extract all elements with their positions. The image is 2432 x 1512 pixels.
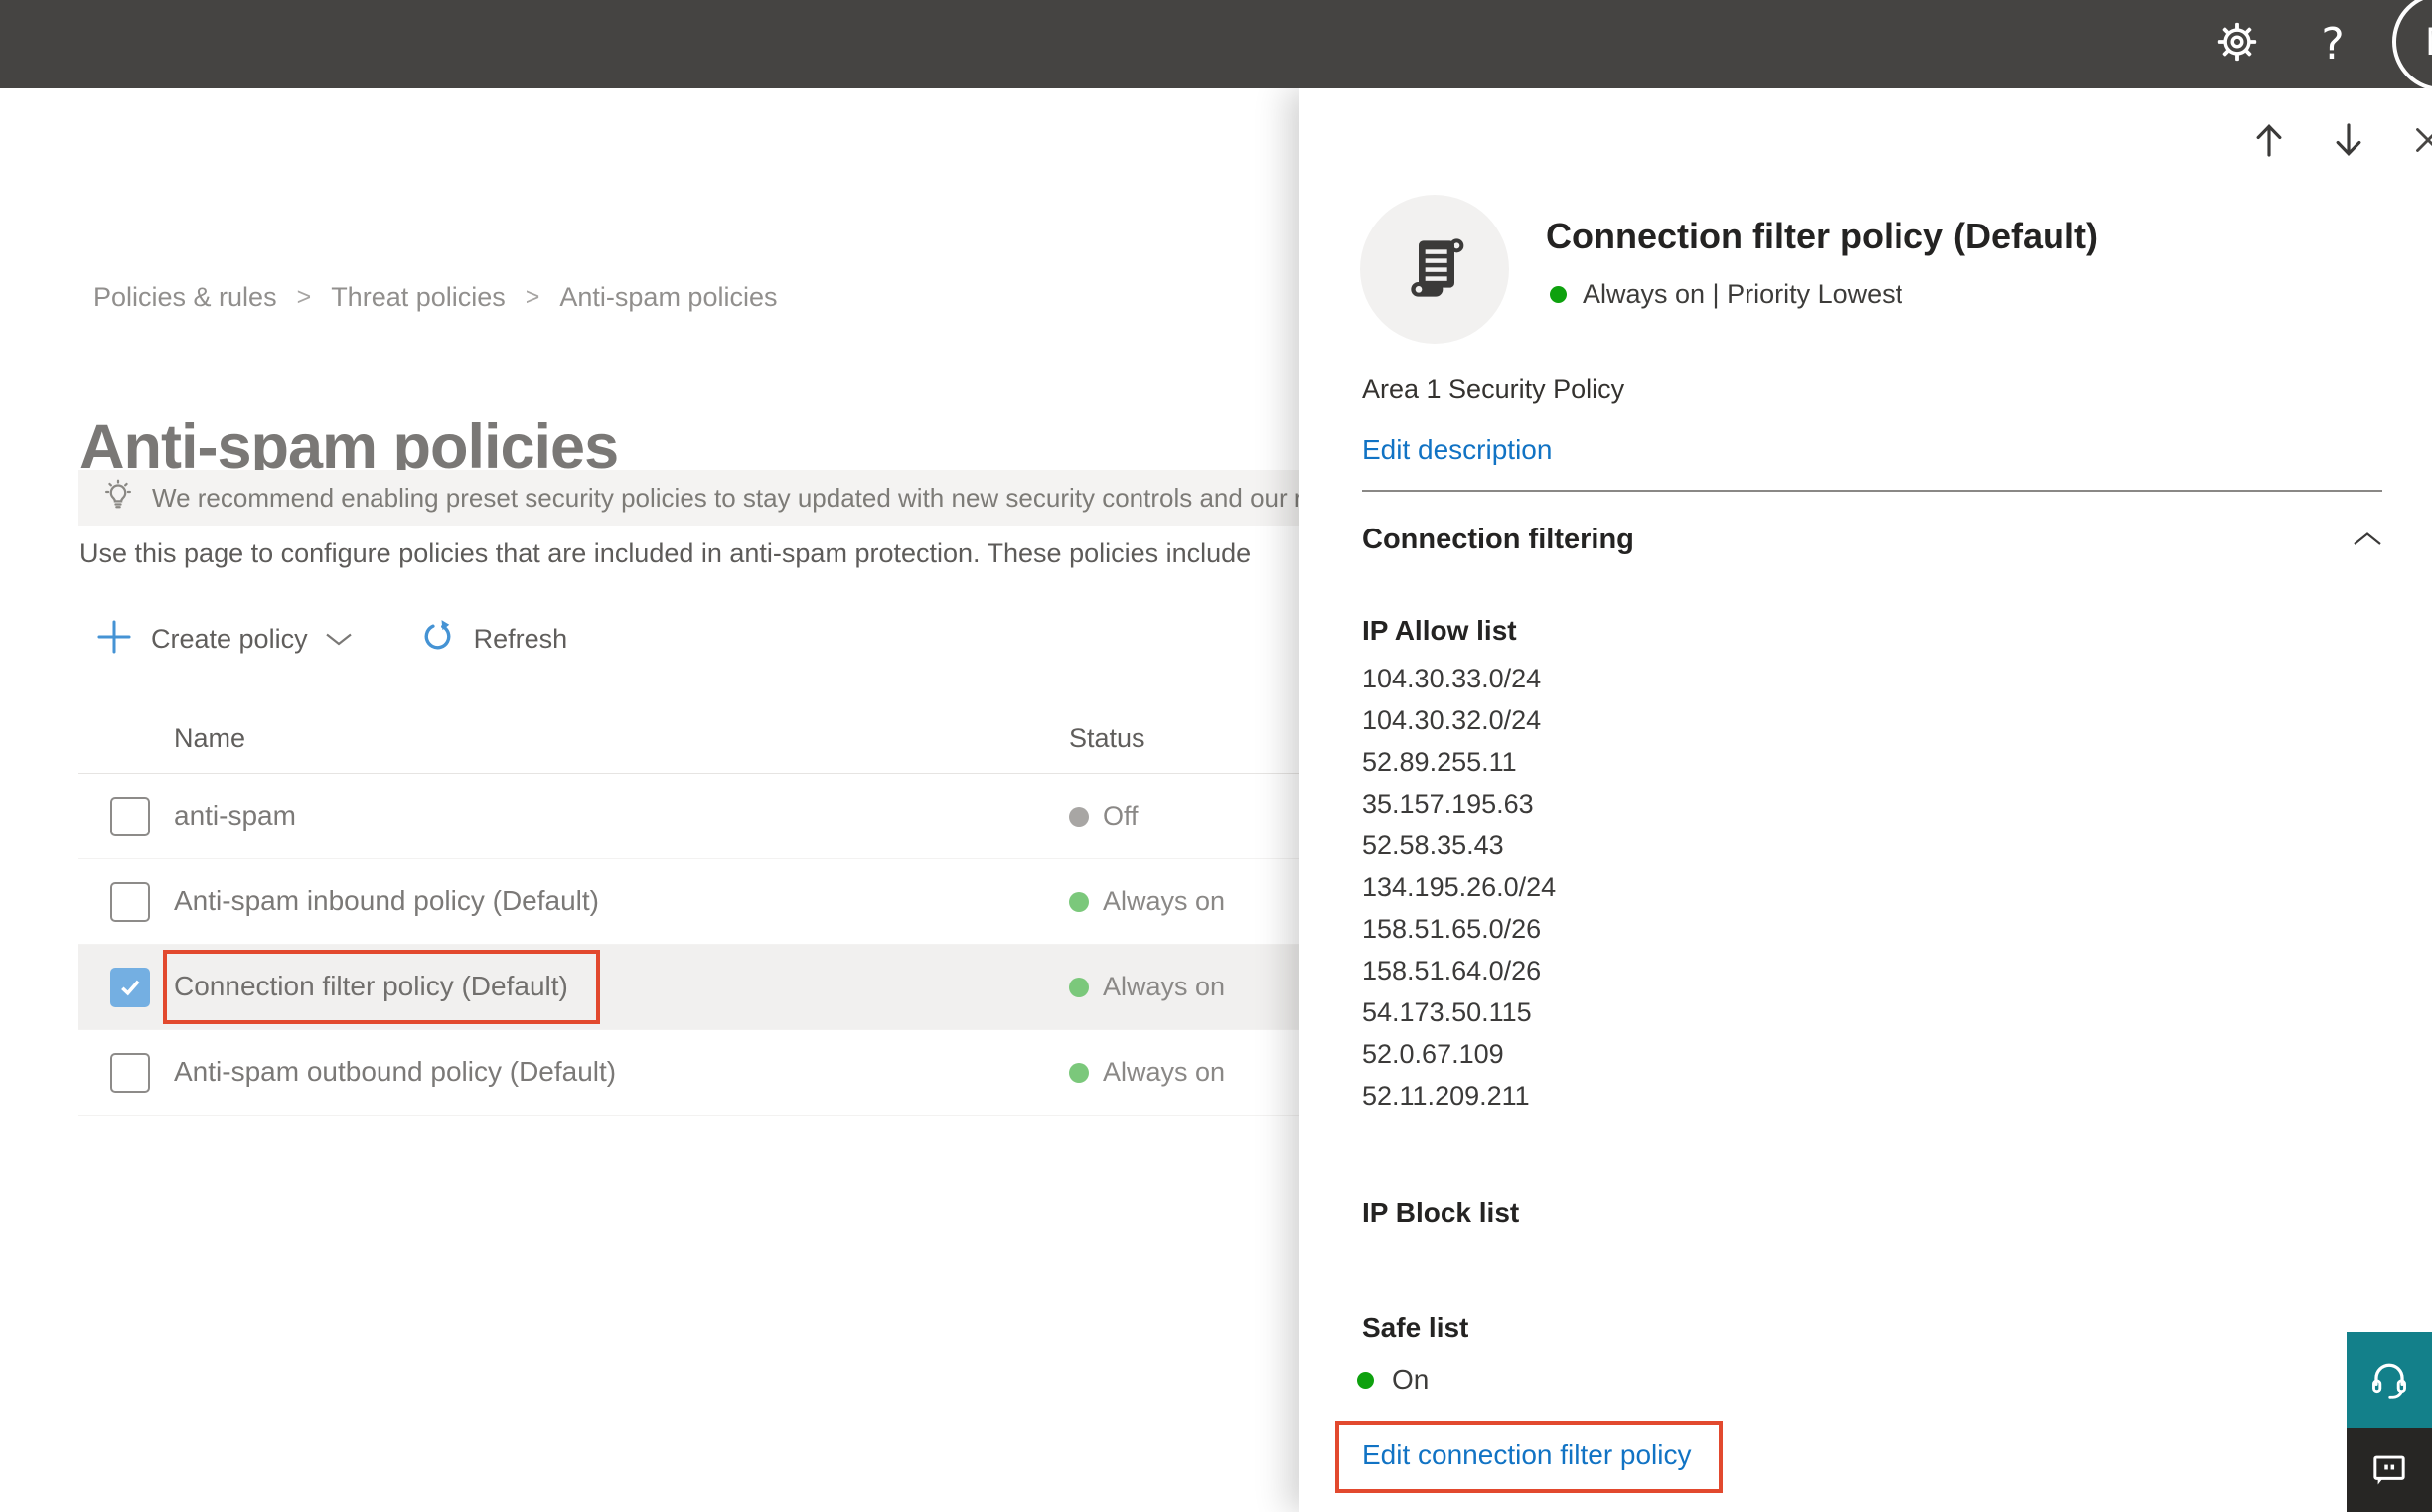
previous-item-button[interactable] — [2245, 116, 2293, 164]
ip-entry: 104.30.32.0/24 — [1362, 705, 1542, 735]
refresh-label: Refresh — [473, 623, 568, 654]
section-title-connection-filtering: Connection filtering — [1362, 524, 1634, 555]
status-dot-icon — [1357, 1371, 1374, 1389]
status-dot-icon — [1069, 806, 1089, 827]
status-cell: Off — [1069, 774, 1139, 858]
checkmark-icon — [121, 980, 140, 996]
status-label: Always on — [1103, 1057, 1226, 1087]
breadcrumb-separator-icon: > — [525, 283, 540, 311]
help-button[interactable]: ? — [2307, 18, 2358, 70]
top-bar: ? M — [0, 0, 2432, 91]
breadcrumb-threat-policies[interactable]: Threat policies — [331, 282, 506, 313]
divider — [1362, 490, 2382, 492]
collapse-section-button[interactable] — [2352, 531, 2383, 552]
ip-allow-list: 104.30.33.0/24 104.30.32.0/24 52.89.255.… — [1362, 658, 1556, 1117]
next-item-button[interactable] — [2325, 116, 2372, 164]
close-icon — [2416, 128, 2432, 152]
refresh-icon — [419, 618, 456, 660]
ip-entry: 104.30.33.0/24 — [1362, 664, 1542, 693]
scroll-icon — [1411, 238, 1464, 297]
chevron-down-icon — [324, 631, 354, 652]
status-dot-icon — [1069, 977, 1089, 997]
ip-entry: 35.157.195.63 — [1362, 789, 1534, 819]
policy-name[interactable]: anti-spam — [174, 800, 296, 832]
help-icon: ? — [2321, 18, 2345, 70]
policy-name[interactable]: Anti-spam inbound policy (Default) — [174, 885, 599, 917]
breadcrumb: Policies & rules > Threat policies > Ant… — [93, 282, 777, 313]
create-policy-label: Create policy — [151, 623, 308, 654]
policy-name[interactable]: Anti-spam outbound policy (Default) — [174, 1056, 616, 1088]
arrow-up-icon — [2256, 124, 2282, 157]
settings-button[interactable] — [2211, 18, 2263, 70]
status-cell: Always on — [1069, 1030, 1225, 1115]
ip-entry: 158.51.65.0/26 — [1362, 914, 1542, 944]
headset-icon — [2372, 1363, 2406, 1399]
ip-entry: 52.58.35.43 — [1362, 831, 1504, 860]
breadcrumb-policies-rules[interactable]: Policies & rules — [93, 282, 277, 313]
policy-name[interactable]: Connection filter policy (Default) — [174, 971, 568, 1002]
status-label: Off — [1103, 801, 1139, 831]
ip-entry: 52.0.67.109 — [1362, 1039, 1504, 1069]
flyout-status-text: Always on | Priority Lowest — [1583, 279, 1903, 309]
policy-description: Area 1 Security Policy — [1362, 375, 1625, 404]
row-checkbox[interactable] — [110, 1053, 150, 1093]
page-description: Use this page to configure policies that… — [79, 538, 1252, 568]
create-policy-button[interactable]: Create policy — [95, 618, 354, 661]
safe-list-status: On — [1357, 1364, 1429, 1396]
support-button[interactable] — [2347, 1332, 2432, 1428]
column-header-name[interactable]: Name — [174, 723, 245, 754]
feedback-chat-icon — [2373, 1455, 2405, 1485]
policy-details-flyout: Connection filter policy (Default) Alway… — [1299, 88, 2432, 1512]
breadcrumb-anti-spam-policies[interactable]: Anti-spam policies — [559, 282, 777, 313]
row-checkbox-checked[interactable] — [110, 968, 150, 1007]
arrow-down-icon — [2336, 123, 2361, 156]
banner-text: We recommend enabling preset security po… — [152, 482, 1403, 513]
ip-entry: 158.51.64.0/26 — [1362, 956, 1542, 985]
safe-list-label: Safe list — [1362, 1312, 1469, 1343]
chevron-up-icon — [2354, 532, 2381, 545]
flyout-header-actions — [2213, 116, 2432, 164]
lightbulb-icon — [100, 478, 136, 519]
avatar[interactable]: M — [2392, 0, 2432, 91]
close-flyout-button[interactable] — [2404, 116, 2432, 164]
column-header-status[interactable]: Status — [1069, 723, 1145, 754]
ip-entry: 54.173.50.115 — [1362, 997, 1532, 1027]
ip-allow-list-label: IP Allow list — [1362, 615, 1517, 646]
status-cell: Always on — [1069, 945, 1225, 1029]
status-dot-icon — [1069, 1062, 1089, 1083]
safe-list-status-text: On — [1392, 1364, 1430, 1395]
ip-block-list-label: IP Block list — [1362, 1197, 1520, 1228]
status-label: Always on — [1103, 886, 1226, 916]
breadcrumb-separator-icon: > — [296, 283, 312, 311]
plus-icon — [95, 618, 133, 661]
refresh-button[interactable]: Refresh — [419, 618, 568, 660]
flyout-title: Connection filter policy (Default) — [1546, 216, 2099, 256]
status-label: Always on — [1103, 972, 1226, 1001]
edit-connection-filter-policy-link[interactable]: Edit connection filter policy — [1362, 1439, 1692, 1471]
policy-type-avatar — [1360, 195, 1509, 344]
row-checkbox[interactable] — [110, 882, 150, 922]
ip-entry: 52.89.255.11 — [1362, 747, 1517, 777]
row-checkbox[interactable] — [110, 797, 150, 836]
edit-description-link[interactable]: Edit description — [1362, 434, 1552, 466]
gear-icon — [2214, 19, 2260, 70]
flyout-status-line: Always on | Priority Lowest — [1550, 279, 1902, 310]
toolbar: Create policy Refresh — [95, 612, 567, 666]
status-dot-icon — [1550, 286, 1567, 303]
feedback-button[interactable] — [2347, 1428, 2432, 1512]
ip-entry: 52.11.209.211 — [1362, 1081, 1530, 1111]
status-dot-icon — [1069, 891, 1089, 912]
avatar-initial: M — [2425, 20, 2432, 65]
ip-entry: 134.195.26.0/24 — [1362, 872, 1557, 902]
status-cell: Always on — [1069, 859, 1225, 944]
